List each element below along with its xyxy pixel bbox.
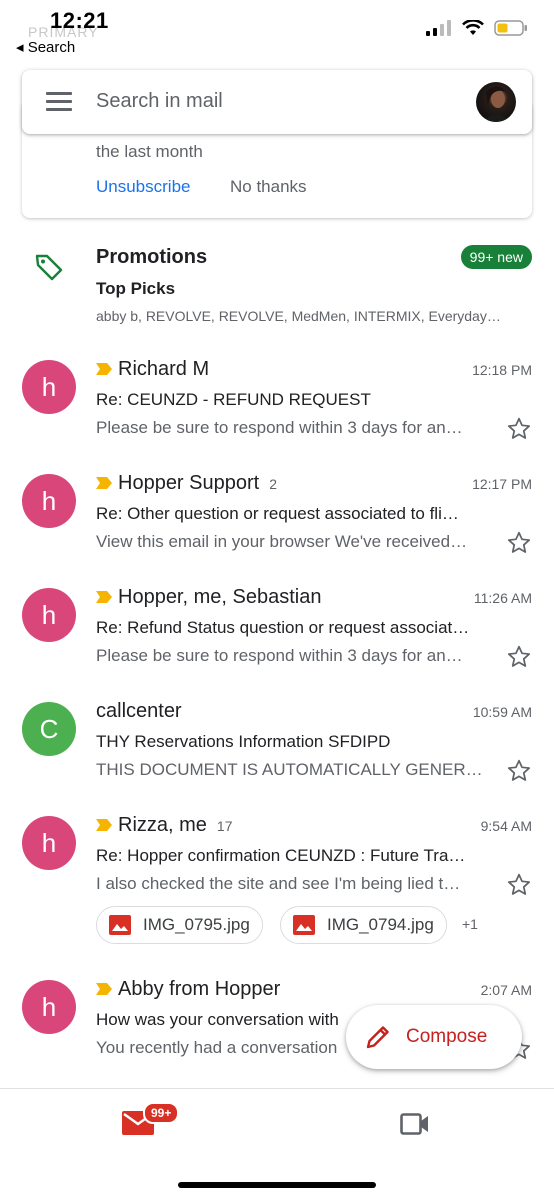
- email-time: 10:59 AM: [472, 704, 532, 720]
- sender-line: Abby from Hopper: [96, 978, 280, 1001]
- sender-avatar: h: [22, 816, 76, 870]
- star-icon[interactable]: [506, 758, 532, 784]
- pencil-icon: [366, 1026, 389, 1049]
- promotions-title: Promotions: [96, 246, 208, 268]
- important-marker-icon: [96, 477, 112, 489]
- attachment-name: IMG_0795.jpg: [143, 915, 250, 934]
- email-time: 12:17 PM: [472, 476, 532, 492]
- important-marker-icon: [96, 363, 112, 375]
- sender-avatar: h: [22, 980, 76, 1034]
- thread-count: 17: [216, 818, 233, 834]
- sender-name: Rizza, me: [118, 814, 207, 836]
- image-file-icon: [293, 915, 315, 935]
- star-icon[interactable]: [506, 872, 532, 898]
- hamburger-menu-icon[interactable]: [46, 92, 72, 112]
- email-snippet: I also checked the site and see I'm bein…: [96, 874, 461, 893]
- sender-avatar: h: [22, 474, 76, 528]
- email-snippet: Please be sure to respond within 3 days …: [96, 418, 463, 437]
- sender-line: callcenter: [96, 700, 182, 723]
- compose-button[interactable]: Compose: [346, 1005, 522, 1069]
- email-snippet: Please be sure to respond within 3 days …: [96, 646, 463, 665]
- email-time: 9:54 AM: [480, 818, 532, 834]
- star-icon[interactable]: [506, 644, 532, 670]
- home-indicator: [178, 1182, 376, 1188]
- sender-line: Hopper Support 2: [96, 472, 277, 495]
- compose-label: Compose: [406, 1026, 488, 1047]
- email-subject: Re: Other question or request associated…: [96, 504, 459, 523]
- email-row[interactable]: h Rizza, me 17 9:54 AM Re: Hopper confir…: [0, 804, 554, 914]
- sender-avatar: C: [22, 702, 76, 756]
- battery-icon: [494, 20, 527, 36]
- email-row[interactable]: h Richard M 12:18 PM Re: CEUNZD - REFUND…: [0, 348, 554, 458]
- account-avatar[interactable]: [476, 82, 516, 122]
- star-icon[interactable]: [506, 530, 532, 556]
- email-row[interactable]: C callcenter 10:59 AM THY Reservations I…: [0, 690, 554, 800]
- attachment-chip[interactable]: IMG_0795.jpg: [96, 906, 263, 944]
- sender-avatar: h: [22, 588, 76, 642]
- email-subject: Re: Hopper confirmation CEUNZD : Future …: [96, 846, 466, 865]
- tag-icon: [35, 254, 63, 281]
- promotions-new-badge: 99+ new: [460, 245, 532, 269]
- important-marker-icon: [96, 983, 112, 995]
- promotions-row[interactable]: Promotions 99+ new Top Picks abby b, REV…: [0, 236, 554, 332]
- important-marker-icon: [96, 591, 112, 603]
- email-subject: THY Reservations Information SFDIPD: [96, 732, 391, 751]
- more-attachments-count[interactable]: +1: [462, 916, 478, 932]
- mail-unread-badge: 99+: [143, 1102, 180, 1124]
- image-file-icon: [109, 915, 131, 935]
- avatar-photo: [484, 86, 510, 122]
- sender-line: Richard M: [96, 358, 209, 381]
- star-icon[interactable]: [506, 416, 532, 442]
- sender-line: Hopper, me, Sebastian: [96, 586, 321, 609]
- email-subject: Re: Refund Status question or request as…: [96, 618, 470, 637]
- sender-name: callcenter: [96, 700, 182, 722]
- important-marker-icon: [96, 819, 112, 831]
- no-thanks-button[interactable]: No thanks: [230, 177, 307, 197]
- email-time: 12:18 PM: [472, 362, 532, 378]
- status-time: 12:21: [50, 8, 109, 33]
- back-to-search-link[interactable]: ◂ Search: [16, 38, 75, 56]
- email-row[interactable]: h Hopper Support 2 12:17 PM Re: Other qu…: [0, 462, 554, 572]
- thread-count: 2: [269, 476, 277, 492]
- promotions-subtitle: Top Picks: [96, 279, 176, 298]
- sender-name: Hopper, me, Sebastian: [118, 586, 322, 608]
- video-camera-icon[interactable]: [400, 1113, 430, 1135]
- sender-name: Abby from Hopper: [118, 978, 281, 1000]
- sender-name: Hopper Support: [118, 472, 260, 494]
- search-bar[interactable]: Search in mail: [22, 70, 532, 134]
- unsubscribe-card-text: the last month: [96, 142, 203, 161]
- sender-avatar: h: [22, 360, 76, 414]
- sender-line: Rizza, me 17: [96, 814, 232, 837]
- unsubscribe-button[interactable]: Unsubscribe: [96, 177, 191, 197]
- email-subject: Re: CEUNZD - REFUND REQUEST: [96, 390, 371, 409]
- status-bar: PRIMARY 12:21 ◂ Search: [0, 0, 554, 60]
- email-time: 11:26 AM: [473, 590, 532, 606]
- attachment-chip[interactable]: IMG_0794.jpg: [280, 906, 447, 944]
- email-snippet: View this email in your browser We've re…: [96, 532, 468, 551]
- attachment-name: IMG_0794.jpg: [327, 915, 434, 934]
- status-icons: [426, 20, 528, 36]
- email-row[interactable]: h Hopper, me, Sebastian 11:26 AM Re: Ref…: [0, 576, 554, 686]
- signal-icon: [426, 20, 451, 36]
- promotions-senders: abby b, REVOLVE, REVOLVE, MedMen, INTERM…: [96, 308, 501, 324]
- email-snippet: THIS DOCUMENT IS AUTOMATICALLY GENER…: [96, 760, 483, 779]
- wifi-icon: [462, 20, 484, 35]
- search-input[interactable]: Search in mail: [96, 90, 223, 113]
- email-time: 2:07 AM: [480, 982, 532, 998]
- sender-name: Richard M: [118, 358, 210, 380]
